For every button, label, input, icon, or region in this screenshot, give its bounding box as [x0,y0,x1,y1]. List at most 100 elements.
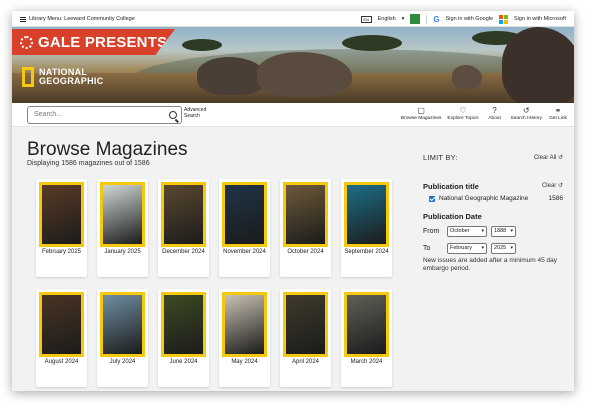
embargo-note: New issues are added after a minimum 45 … [423,257,558,272]
magazine-cover[interactable] [222,182,267,247]
clear-all-label[interactable]: Clear All [534,155,556,161]
clear-all-button[interactable]: Clear All ↺ [534,154,563,161]
language-select[interactable]: English [378,16,396,22]
magazine-cover[interactable] [100,182,145,247]
language-icon[interactable]: EN [360,15,372,23]
publication-date-heading: Publication Date [423,212,563,221]
magazine-date[interactable]: October 2024 [280,249,331,256]
tool-label[interactable]: Get Link [549,116,567,121]
from-month-value[interactable]: October [450,227,470,236]
magazine-date[interactable]: May 2024 [219,359,270,366]
magazine-card[interactable]: November 2024 [219,179,270,277]
magazine-cover[interactable] [39,182,84,247]
magazine-cover[interactable] [100,292,145,357]
reset-icon[interactable]: ↺ [558,155,563,161]
magazine-date[interactable]: February 2025 [36,249,87,256]
chevron-down-icon[interactable]: ▾ [510,244,513,253]
magazine-date[interactable]: April 2024 [280,359,331,366]
google-classroom-icon[interactable] [410,14,421,24]
from-month-select[interactable]: October ▾ [447,226,487,237]
to-year-select[interactable]: 2025 ▾ [491,243,516,254]
magazine-date[interactable]: September 2024 [341,249,392,256]
advanced-search-link[interactable]: Advanced Search [184,107,214,119]
tool-label[interactable]: Browse Magazines [401,116,442,121]
tool-get-link[interactable]: ⚭ Get Link [548,105,568,121]
publication-title-count: 1586 [548,195,563,202]
magazine-card[interactable]: December 2024 [158,179,209,277]
question-icon[interactable]: ? [492,105,496,116]
to-month-select[interactable]: February ▾ [447,243,487,254]
menu-icon[interactable] [20,16,26,22]
tool-explore-topics[interactable]: ♡ Explore Topics [447,105,478,121]
magazine-date[interactable]: August 2024 [36,359,87,366]
magazine-card[interactable]: February 2025 [36,179,87,277]
magazine-date[interactable]: July 2024 [97,359,148,366]
magazine-card[interactable]: July 2024 [97,289,148,387]
magazine-card[interactable]: January 2025 [97,179,148,277]
chevron-down-icon[interactable]: ▾ [402,16,405,22]
clear-button[interactable]: Clear ↺ [542,182,563,189]
microsoft-icon[interactable] [499,14,509,24]
chevron-down-icon[interactable]: ▾ [510,227,513,236]
tool-about[interactable]: ? About [485,105,505,121]
checkbox[interactable] [429,195,435,202]
magazine-date[interactable]: March 2024 [341,359,392,366]
gale-logo-icon [20,35,33,49]
advanced-search-line2[interactable]: Search [184,113,200,119]
magazine-cover[interactable] [344,182,389,247]
magazine-date[interactable]: December 2024 [158,249,209,256]
magazine-card[interactable]: October 2024 [280,179,331,277]
natgeo-logo[interactable]: NATIONAL GEOGRAPHIC [22,67,104,87]
microsoft-signin-link[interactable]: Sign in with Microsoft [514,16,566,22]
magazine-card[interactable]: April 2024 [280,289,331,387]
clear-label[interactable]: Clear [542,183,556,189]
magazine-cover[interactable] [283,292,328,357]
lightbulb-icon[interactable]: ♡ [459,105,466,116]
magazine-cover[interactable] [161,292,206,357]
top-bar: Library Menu: Leeward Community College … [12,11,574,27]
library-menu-label[interactable]: Library Menu: Leeward Community College [29,16,135,22]
search-toolbar: Search... Advanced Search ▢ Browse Magaz… [12,103,574,127]
search-input[interactable]: Search... [27,106,182,124]
from-year-value[interactable]: 1888 [494,227,506,236]
magazine-date[interactable]: November 2024 [219,249,270,256]
banner: GALE PRESENTS NATIONAL GEOGRAPHIC [12,27,574,103]
search-placeholder[interactable]: Search... [34,111,62,118]
book-icon[interactable]: ▢ [417,105,425,116]
magazine-date[interactable]: June 2024 [158,359,209,366]
google-signin-link[interactable]: Sign in with Google [446,16,493,22]
to-date-row: To February ▾ 2025 ▾ [423,243,563,254]
magazine-card[interactable]: March 2024 [341,289,392,387]
magazine-card[interactable]: September 2024 [341,179,392,277]
library-menu[interactable]: Library Menu: Leeward Community College [20,16,135,22]
magazine-cover[interactable] [222,292,267,357]
from-label: From [423,228,440,235]
magazine-card[interactable]: June 2024 [158,289,209,387]
tool-label[interactable]: Explore Topics [447,116,478,121]
magazine-card[interactable]: May 2024 [219,289,270,387]
publication-title-name[interactable]: National Geographic Magazine [439,195,528,202]
publication-title-filter[interactable]: National Geographic Magazine 1586 [423,195,563,202]
chevron-down-icon[interactable]: ▾ [481,227,484,236]
tool-search-history[interactable]: ↺ Search History [511,105,542,121]
magazine-cover[interactable] [344,292,389,357]
magazine-cover[interactable] [39,292,84,357]
magazine-card[interactable]: August 2024 [36,289,87,387]
from-year-select[interactable]: 1888 ▾ [491,226,516,237]
to-year-value[interactable]: 2025 [494,244,506,253]
search-icon[interactable] [169,111,177,119]
google-icon[interactable]: G [433,15,439,24]
chevron-down-icon[interactable]: ▾ [481,244,484,253]
magazine-cover[interactable] [161,182,206,247]
history-icon[interactable]: ↺ [523,105,530,116]
tool-label[interactable]: Search History [511,116,542,121]
tool-links: ▢ Browse Magazines ♡ Explore Topics ? Ab… [401,105,568,121]
magazine-cover[interactable] [283,182,328,247]
elephant-image [452,65,482,89]
magazine-date[interactable]: January 2025 [97,249,148,256]
link-icon[interactable]: ⚭ [555,105,562,116]
results-count: Displaying 1586 magazines out of 1586 [27,160,150,167]
to-month-value[interactable]: February [450,244,472,253]
tool-browse-magazines[interactable]: ▢ Browse Magazines [401,105,442,121]
tool-label[interactable]: About [488,116,501,121]
